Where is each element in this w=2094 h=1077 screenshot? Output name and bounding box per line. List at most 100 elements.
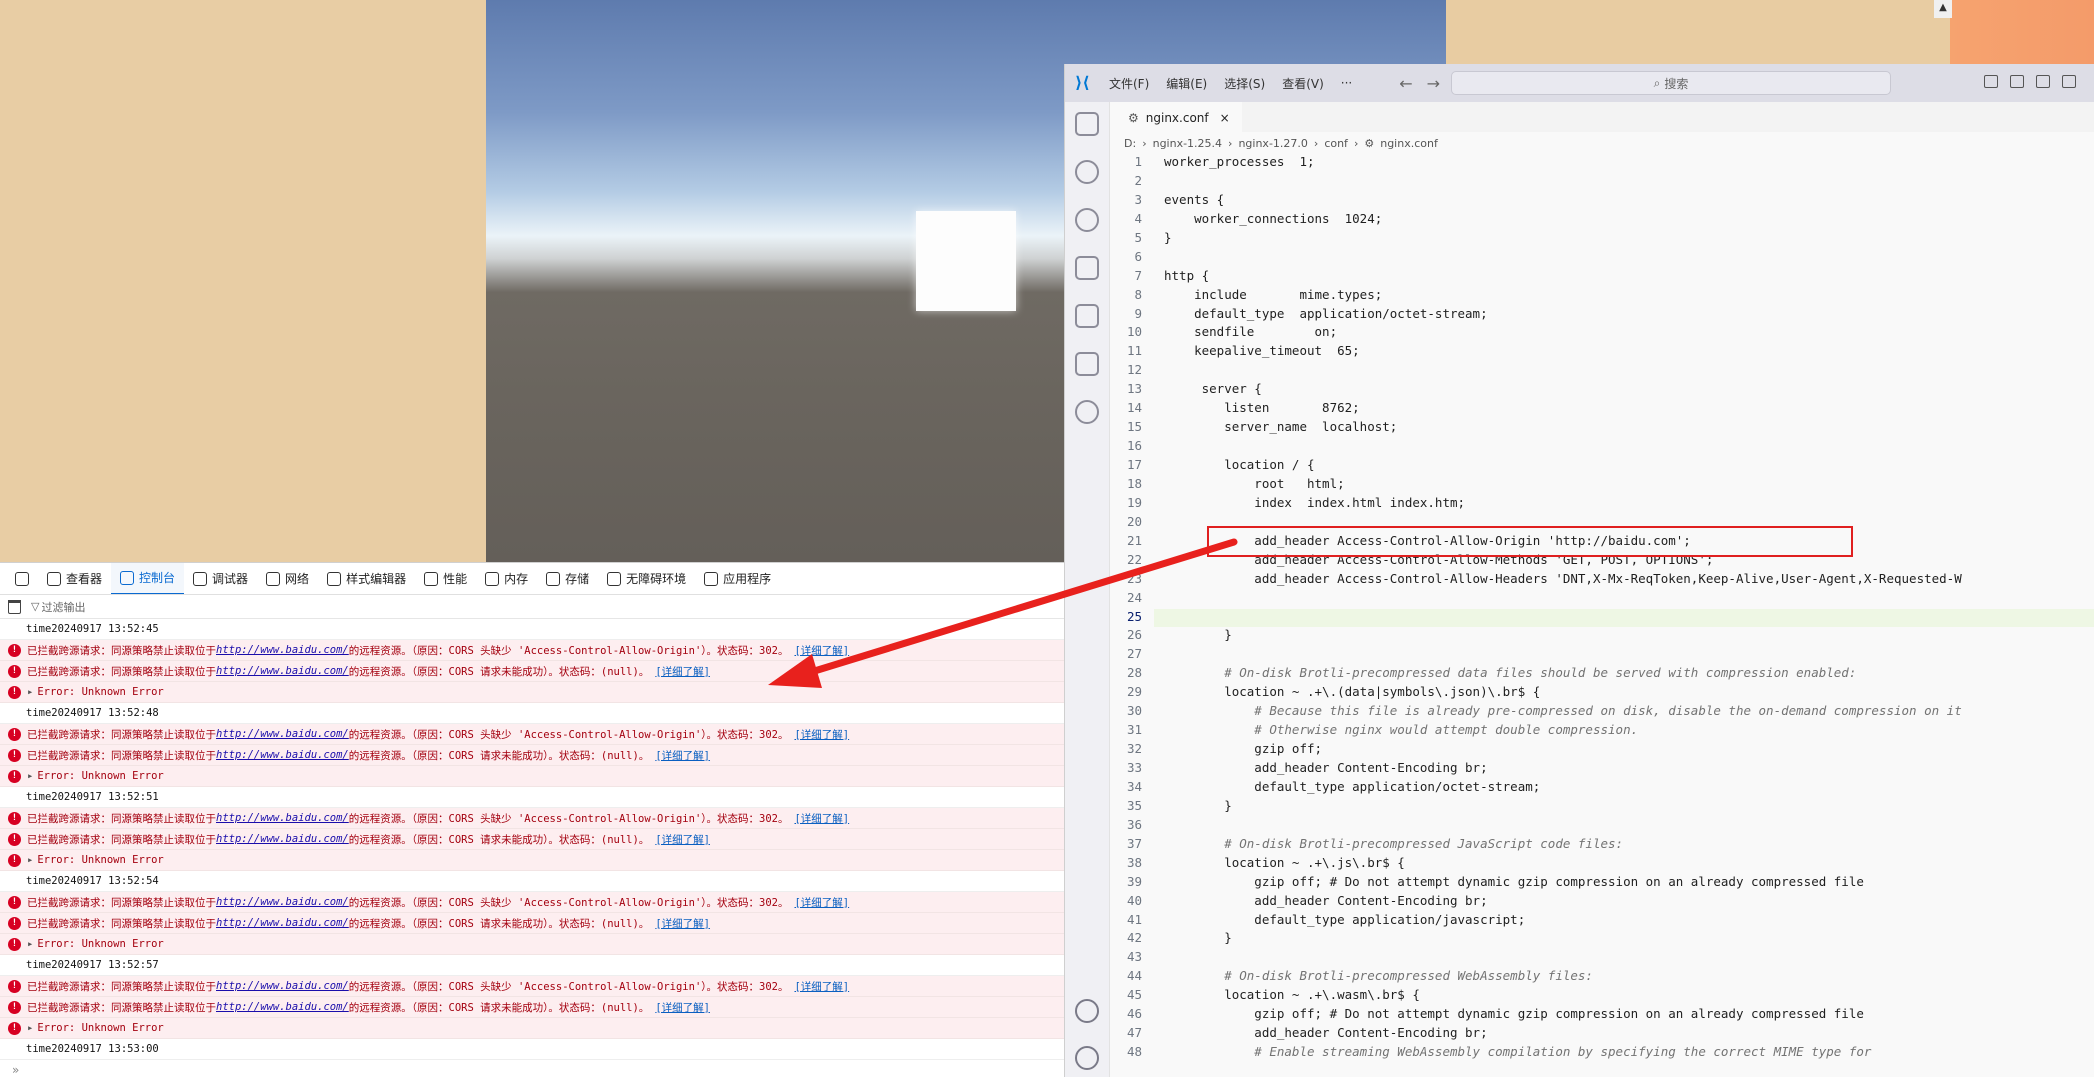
console-error-row[interactable]: ! 已拦截跨源请求：同源策略禁止读取位于 http://www.baidu.com… [0, 913, 1064, 934]
expand-triangle-icon[interactable]: ▸ [27, 938, 33, 950]
console-error-row[interactable]: ! 已拦截跨源请求：同源策略禁止读取位于 http://www.baidu.com… [0, 892, 1064, 913]
nav-back-icon[interactable]: ← [1399, 74, 1412, 93]
toggle-panel-icon[interactable] [2010, 75, 2024, 88]
account-icon[interactable] [1075, 999, 1099, 1023]
console-error-row[interactable]: ! ▸ Error: Unknown Error [0, 850, 1064, 871]
code-line[interactable]: 23 add_header Access-Control-Allow-Heade… [1110, 571, 2094, 590]
learn-more-link[interactable]: [详细了解] [794, 979, 849, 994]
code-line[interactable]: 14 listen 8762; [1110, 400, 2094, 419]
code-line[interactable]: 27 [1110, 646, 2094, 665]
error-url[interactable]: http://www.baidu.com/ [216, 644, 349, 656]
code-line[interactable]: 35 } [1110, 798, 2094, 817]
code-line[interactable]: 25 [1110, 608, 2094, 628]
expand-triangle-icon[interactable]: ▸ [27, 770, 33, 782]
learn-more-link[interactable]: [详细了解] [794, 727, 849, 742]
code-line[interactable]: 19 index index.html index.htm; [1110, 495, 2094, 514]
learn-more-link[interactable]: [详细了解] [794, 811, 849, 826]
console-error-row[interactable]: ! 已拦截跨源请求：同源策略禁止读取位于 http://www.baidu.com… [0, 997, 1064, 1018]
explorer-icon[interactable] [1075, 112, 1099, 136]
editor-tab-nginx-conf[interactable]: ⚙ nginx.conf × [1110, 102, 1242, 132]
expand-triangle-icon[interactable]: ▸ [27, 854, 33, 866]
error-url[interactable]: http://www.baidu.com/ [216, 833, 349, 845]
code-line[interactable]: 17 location / { [1110, 457, 2094, 476]
code-line[interactable]: 8 include mime.types; [1110, 287, 2094, 306]
breadcrumb-item[interactable]: conf [1324, 137, 1348, 150]
scroll-up-arrow-icon[interactable]: ▲ [1934, 0, 1952, 18]
code-line[interactable]: 1 worker_processes 1; [1110, 154, 2094, 173]
close-icon[interactable]: × [1220, 111, 1230, 125]
menu-more[interactable]: ··· [1341, 76, 1352, 90]
breadcrumb-item[interactable]: nginx-1.27.0 [1238, 137, 1307, 150]
menu-selection[interactable]: 选择(S) [1224, 75, 1265, 92]
console-error-row[interactable]: ! 已拦截跨源请求：同源策略禁止读取位于 http://www.baidu.com… [0, 829, 1064, 850]
code-line[interactable]: 10 sendfile on; [1110, 324, 2094, 343]
code-line[interactable]: 29 location ~ .+\.(data|symbols\.json)\.… [1110, 684, 2094, 703]
code-line[interactable]: 2 [1110, 173, 2094, 192]
code-line[interactable]: 4 worker_connections 1024; [1110, 211, 2094, 230]
tab-style-editor[interactable]: 样式编辑器 [318, 563, 415, 594]
code-line[interactable]: 48 # Enable streaming WebAssembly compil… [1110, 1044, 2094, 1063]
console-error-row[interactable]: ! 已拦截跨源请求：同源策略禁止读取位于 http://www.baidu.com… [0, 976, 1064, 997]
source-control-icon[interactable] [1075, 208, 1099, 232]
code-line[interactable]: 40 add_header Content-Encoding br; [1110, 893, 2094, 912]
expand-triangle-icon[interactable]: ▸ [27, 1022, 33, 1034]
customize-layout-icon[interactable] [2062, 75, 2076, 88]
code-line[interactable]: 12 [1110, 362, 2094, 381]
console-error-row[interactable]: ! ▸ Error: Unknown Error [0, 682, 1064, 703]
code-line[interactable]: 30 # Because this file is already pre-co… [1110, 703, 2094, 722]
code-line[interactable]: 31 # Otherwise nginx would attempt doubl… [1110, 722, 2094, 741]
console-error-row[interactable]: ! 已拦截跨源请求：同源策略禁止读取位于 http://www.baidu.com… [0, 745, 1064, 766]
menu-edit[interactable]: 编辑(E) [1166, 75, 1207, 92]
code-line[interactable]: 18 root html; [1110, 476, 2094, 495]
element-picker[interactable] [6, 563, 38, 594]
error-url[interactable]: http://www.baidu.com/ [216, 665, 349, 677]
code-editor[interactable]: 1 worker_processes 1; 2 3 events {4 worker_c… [1110, 154, 2094, 1063]
console-error-row[interactable]: ! ▸ Error: Unknown Error [0, 934, 1064, 955]
code-line[interactable]: 26 } [1110, 627, 2094, 646]
console-error-row[interactable]: ! 已拦截跨源请求：同源策略禁止读取位于 http://www.baidu.com… [0, 808, 1064, 829]
remote-icon[interactable] [1075, 400, 1099, 424]
code-line[interactable]: 34 default_type application/octet-stream… [1110, 779, 2094, 798]
error-url[interactable]: http://www.baidu.com/ [216, 917, 349, 929]
console-error-row[interactable]: ! 已拦截跨源请求：同源策略禁止读取位于 http://www.baidu.com… [0, 640, 1064, 661]
tab-console[interactable]: 控制台 [111, 563, 185, 594]
code-line[interactable]: 37 # On-disk Brotli-precompressed JavaSc… [1110, 836, 2094, 855]
code-line[interactable]: 42 } [1110, 930, 2094, 949]
code-line[interactable]: 28 # On-disk Brotli-precompressed data f… [1110, 665, 2094, 684]
learn-more-link[interactable]: [详细了解] [794, 643, 849, 658]
code-line[interactable]: 7 http { [1110, 268, 2094, 287]
tab-inspector[interactable]: 查看器 [38, 563, 111, 594]
toggle-secondary-sidebar-icon[interactable] [2036, 75, 2050, 88]
tab-application[interactable]: 应用程序 [695, 563, 780, 594]
console-error-row[interactable]: ! 已拦截跨源请求：同源策略禁止读取位于 http://www.baidu.com… [0, 661, 1064, 682]
command-search-box[interactable]: ⌕ 搜索 [1451, 71, 1891, 95]
learn-more-link[interactable]: [详细了解] [655, 832, 710, 847]
visual-studio-icon[interactable] [1075, 352, 1099, 376]
tab-storage[interactable]: 存储 [537, 563, 598, 594]
trash-icon[interactable] [8, 599, 21, 614]
filter-input[interactable]: 过滤输出 [41, 599, 85, 615]
learn-more-link[interactable]: [详细了解] [655, 748, 710, 763]
error-url[interactable]: http://www.baidu.com/ [216, 749, 349, 761]
error-url[interactable]: http://www.baidu.com/ [216, 728, 349, 740]
code-line[interactable]: 43 [1110, 949, 2094, 968]
code-line[interactable]: 3 events { [1110, 192, 2094, 211]
error-url[interactable]: http://www.baidu.com/ [216, 896, 349, 908]
breadcrumb-item[interactable]: D: [1124, 137, 1136, 150]
code-line[interactable]: 13 server { [1110, 381, 2094, 400]
error-url[interactable]: http://www.baidu.com/ [216, 1001, 349, 1013]
search-icon[interactable] [1075, 160, 1099, 184]
code-line[interactable]: 41 default_type application/javascript; [1110, 912, 2094, 931]
tab-debugger[interactable]: 调试器 [184, 563, 257, 594]
code-line[interactable]: 46 gzip off; # Do not attempt dynamic gz… [1110, 1006, 2094, 1025]
code-line[interactable]: 6 [1110, 249, 2094, 268]
settings-gear-icon[interactable] [1075, 1046, 1099, 1070]
code-line[interactable]: 9 default_type application/octet-stream; [1110, 306, 2094, 325]
code-line[interactable]: 32 gzip off; [1110, 741, 2094, 760]
tab-network[interactable]: 网络 [257, 563, 318, 594]
code-line[interactable]: 38 location ~ .+\.js\.br$ { [1110, 855, 2094, 874]
console-error-row[interactable]: ! ▸ Error: Unknown Error [0, 1018, 1064, 1039]
code-line[interactable]: 33 add_header Content-Encoding br; [1110, 760, 2094, 779]
console-error-row[interactable]: ! 已拦截跨源请求：同源策略禁止读取位于 http://www.baidu.com… [0, 724, 1064, 745]
code-line[interactable]: 5} [1110, 230, 2094, 249]
